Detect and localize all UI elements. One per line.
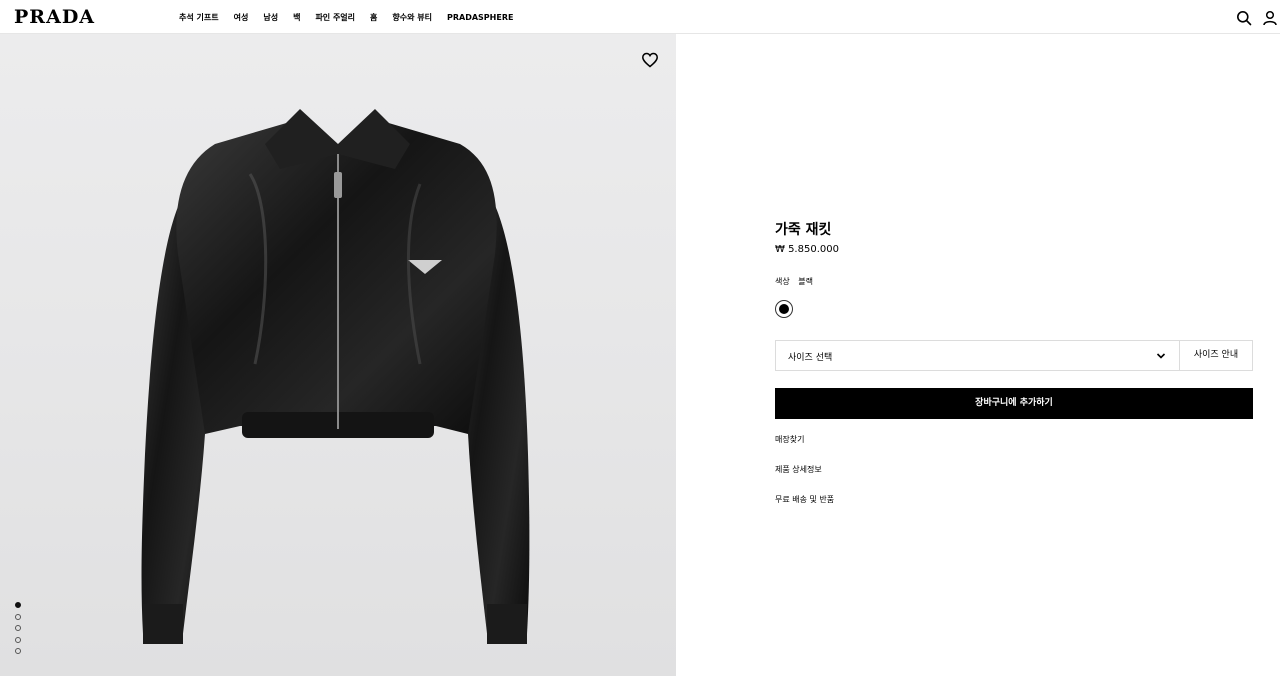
nav-item-fine-jewelry[interactable]: 파인 주얼리 xyxy=(315,12,355,23)
nav-item-home[interactable]: 홈 xyxy=(370,12,377,23)
slide-dot-1[interactable] xyxy=(15,602,21,608)
search-icon[interactable] xyxy=(1236,10,1252,26)
color-row: 색상 블랙 xyxy=(775,276,819,287)
nav-item-chuseok-gift[interactable]: 추석 기프트 xyxy=(179,12,219,23)
store-locator-link[interactable]: 매장찾기 xyxy=(775,434,804,445)
chevron-down-icon xyxy=(1156,353,1166,359)
color-label: 색상 xyxy=(775,277,790,286)
slide-dot-3[interactable] xyxy=(15,625,21,631)
slide-dot-2[interactable] xyxy=(15,613,21,620)
product-title: 가죽 재킷 xyxy=(775,222,832,238)
user-icon[interactable] xyxy=(1262,10,1278,26)
nav-item-women[interactable]: 여성 xyxy=(234,12,249,23)
nav-item-men[interactable]: 남성 xyxy=(263,12,278,23)
prada-logo[interactable]: PRADA xyxy=(14,7,95,27)
leather-jacket-photo xyxy=(141,109,530,644)
size-select[interactable]: 사이즈 선택 xyxy=(775,340,1180,371)
shipping-returns-link[interactable]: 무료 배송 및 반품 xyxy=(775,494,834,505)
product-details-link[interactable]: 제품 상세정보 xyxy=(775,464,822,475)
product-price: ₩ 5.850.000 xyxy=(775,244,839,255)
nav-item-fragrance-beauty[interactable]: 향수와 뷰티 xyxy=(392,12,432,23)
slide-indicators xyxy=(15,602,21,660)
size-guide-button[interactable]: 사이즈 안내 xyxy=(1179,340,1253,371)
slide-dot-4[interactable] xyxy=(15,636,21,643)
site-header: PRADA 추석 기프트 여성 남성 백 파인 주얼리 홈 향수와 뷰티 PRA… xyxy=(0,0,1280,34)
slide-dot-5[interactable] xyxy=(15,648,21,654)
nav-item-bags[interactable]: 백 xyxy=(293,12,300,23)
add-to-cart-button[interactable]: 장바구니에 추가하기 xyxy=(775,388,1253,419)
nav-item-pradasphere[interactable]: PRADASPHERE xyxy=(447,12,513,23)
heart-icon[interactable] xyxy=(641,51,659,69)
size-select-label: 사이즈 선택 xyxy=(788,353,833,363)
color-swatch-black[interactable] xyxy=(775,300,793,318)
product-info-panel: 가죽 재킷 ₩ 5.850.000 색상 블랙 사이즈 선택 사이즈 안내 장바… xyxy=(676,34,1280,676)
product-gallery[interactable] xyxy=(0,34,676,676)
main-nav: 추석 기프트 여성 남성 백 파인 주얼리 홈 향수와 뷰티 PRADASPHE… xyxy=(179,12,528,23)
color-value: 블랙 xyxy=(798,277,814,286)
